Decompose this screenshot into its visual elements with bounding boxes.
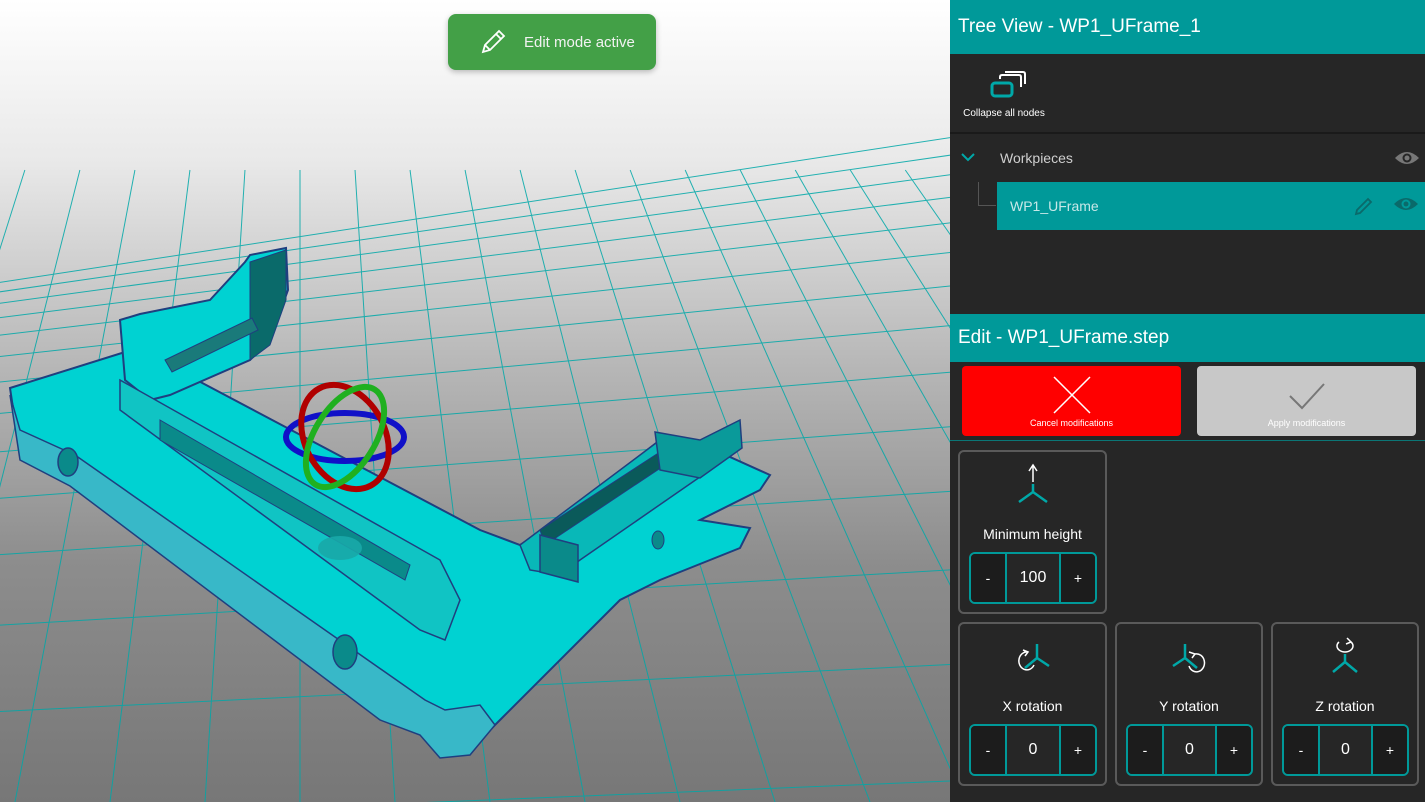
collapse-all-label: Collapse all nodes: [963, 108, 1045, 119]
mount-hole: [332, 634, 358, 670]
3d-viewport[interactable]: Edit mode active: [0, 0, 950, 802]
tree-node-wp1-uframe[interactable]: WP1_UFrame: [997, 182, 1425, 230]
y-rotation-axis-icon: [1172, 644, 1206, 673]
workpiece-model[interactable]: [8, 246, 772, 759]
eye-icon[interactable]: [1394, 149, 1420, 167]
y-rotation-value[interactable]: 0: [1164, 726, 1215, 774]
y-rotation-label: Y rotation: [1159, 698, 1219, 714]
increment-button[interactable]: +: [1215, 726, 1251, 774]
x-rotation-stepper: - 0 +: [969, 724, 1097, 776]
cancel-label: Cancel modifications: [1029, 418, 1114, 428]
edit-title: Edit - WP1_UFrame.step: [958, 327, 1170, 348]
scene-canvas[interactable]: [0, 0, 950, 802]
gizmo-shadow: [318, 536, 362, 560]
edit-mode-toast: Edit mode active: [448, 14, 656, 70]
minimum-height-stepper: - 100 +: [969, 552, 1097, 604]
side-panel: Tree View - WP1_UFrame_1 Collapse all no…: [950, 0, 1425, 802]
x-rotation-label: X rotation: [1002, 698, 1063, 714]
tree-connector-line: [978, 182, 996, 206]
minimum-height-label: Minimum height: [983, 526, 1082, 542]
apply-label: Apply modifications: [1267, 418, 1346, 428]
tree-node-label: Workpieces: [1000, 150, 1073, 166]
pencil-icon: [481, 29, 506, 54]
stacked-windows-icon: [990, 71, 1026, 98]
y-rotation-card: Y rotation - 0 +: [1115, 622, 1263, 786]
mount-hole: [57, 447, 79, 477]
x-rotation-value[interactable]: 0: [1007, 726, 1059, 774]
grid-line: [0, 137, 950, 283]
collapse-all-nodes-button[interactable]: Collapse all nodes: [963, 64, 1052, 126]
minimum-height-value[interactable]: 100: [1007, 554, 1059, 602]
grid-line: [0, 154, 950, 293]
grid-line: [426, 780, 950, 802]
minimum-height-card: Minimum height - 100 +: [958, 450, 1107, 614]
x-rotation-card: X rotation - 0 +: [958, 622, 1107, 786]
decrement-button[interactable]: -: [971, 726, 1007, 774]
grid-line: [739, 169, 950, 586]
y-rotation-stepper: - 0 +: [1126, 724, 1253, 776]
grid-line: [904, 169, 950, 236]
edit-header: Edit - WP1_UFrame.step: [950, 314, 1425, 362]
tree-view-title: Tree View - WP1_UFrame_1: [958, 16, 1201, 37]
eye-icon[interactable]: [1393, 195, 1419, 213]
z-rotation-label: Z rotation: [1315, 698, 1375, 714]
increment-button[interactable]: +: [1059, 726, 1095, 774]
grid-line: [0, 169, 81, 488]
decrement-button[interactable]: -: [1128, 726, 1164, 774]
decrement-button[interactable]: -: [971, 554, 1007, 602]
back-wall-shade: [249, 249, 287, 361]
mount-hole: [651, 530, 665, 550]
chevron-down-icon[interactable]: [960, 149, 976, 165]
close-icon: [1052, 376, 1091, 414]
divider: [950, 132, 1425, 134]
cancel-modifications-button[interactable]: Cancel modifications: [962, 366, 1181, 436]
grid-line: [0, 169, 26, 251]
grid-line: [0, 174, 950, 304]
min-height-axis-icon: [1017, 463, 1048, 504]
z-rotation-axis-icon: [1332, 637, 1358, 673]
z-rotation-card: Z rotation - 0 +: [1271, 622, 1419, 786]
decrement-button[interactable]: -: [1284, 726, 1320, 774]
increment-button[interactable]: +: [1371, 726, 1407, 774]
tree-node-label: WP1_UFrame: [1010, 198, 1099, 214]
checkmark-icon: [1288, 383, 1325, 410]
tree-node-workpieces[interactable]: Workpieces: [950, 136, 1425, 180]
divider: [950, 440, 1425, 441]
edit-mode-label: Edit mode active: [524, 33, 635, 51]
apply-modifications-button[interactable]: Apply modifications: [1197, 366, 1416, 436]
grid-line: [794, 169, 950, 443]
pencil-icon[interactable]: [1353, 195, 1375, 217]
z-rotation-stepper: - 0 +: [1282, 724, 1409, 776]
increment-button[interactable]: +: [1059, 554, 1095, 602]
x-rotation-axis-icon: [1017, 644, 1050, 671]
tree-view-header: Tree View - WP1_UFrame_1: [950, 0, 1425, 54]
z-rotation-value[interactable]: 0: [1320, 726, 1371, 774]
